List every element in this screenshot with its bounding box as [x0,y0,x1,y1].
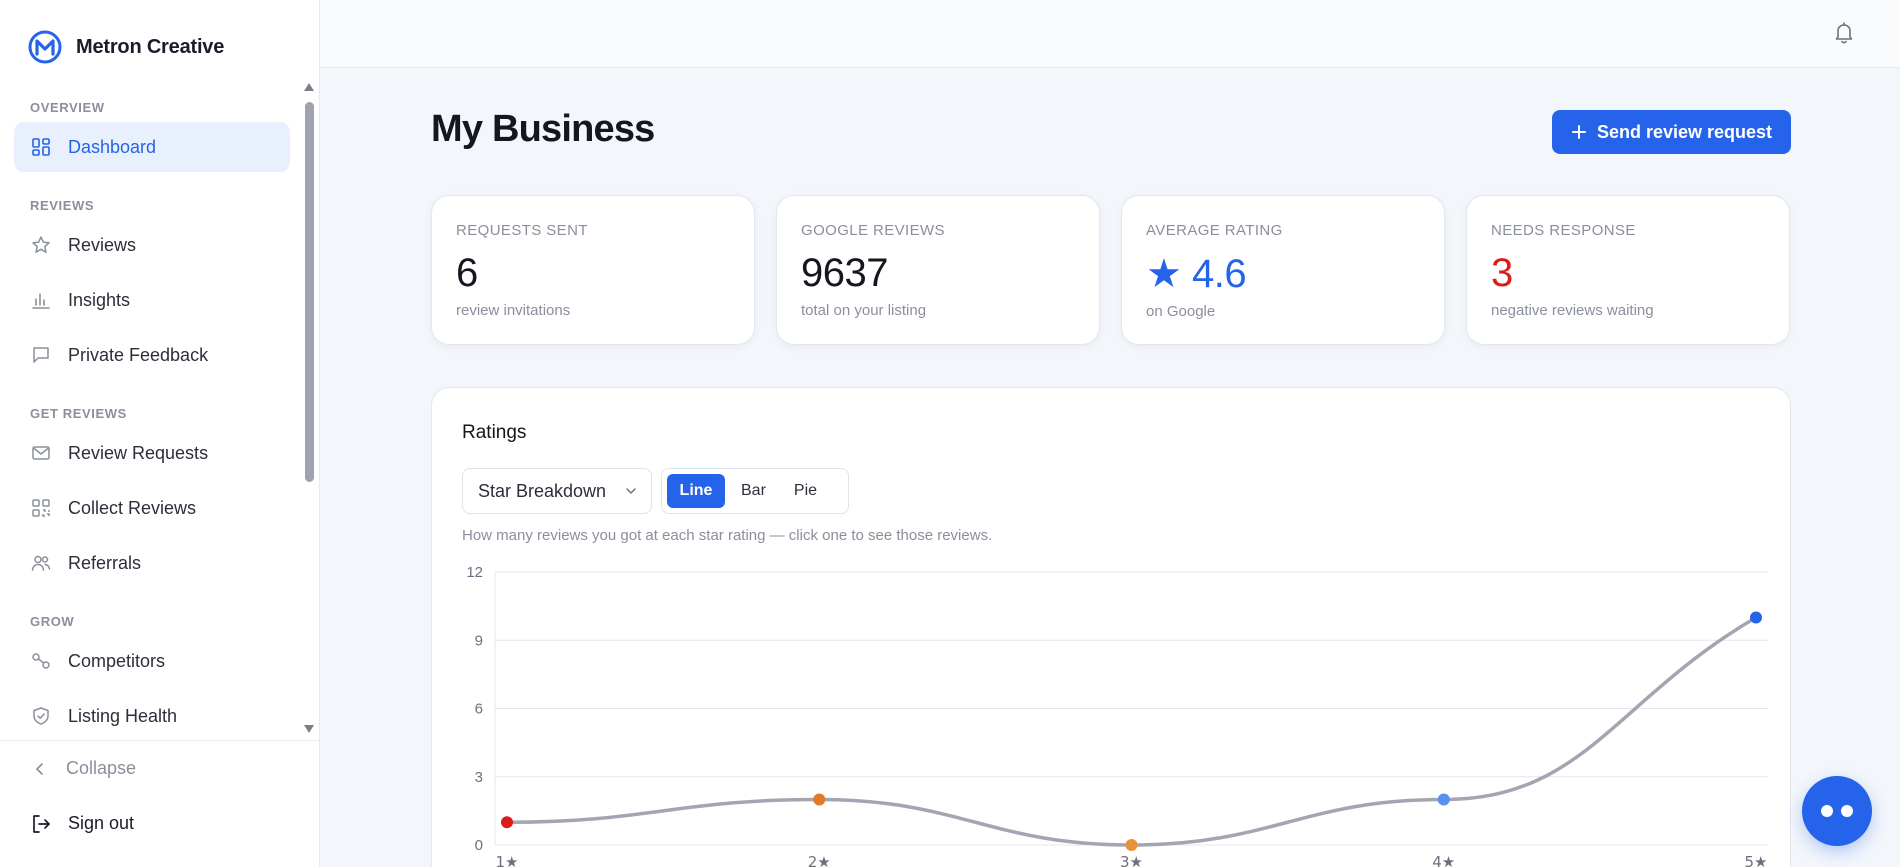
x-tick-label: 5★ [1745,853,1768,867]
ratings-hint: How many reviews you got at each star ra… [462,527,993,544]
compare-icon [30,650,52,672]
chat-dot-icon [1821,805,1833,817]
sidebar-item-collect-reviews[interactable]: Collect Reviews [14,483,290,533]
brand[interactable]: Metron Creative [28,30,224,64]
sidebar-item-label: Review Requests [68,442,209,463]
stat-sub: on Google [1146,303,1216,320]
sidebar-item-dashboard[interactable]: Dashboard [14,122,290,172]
sidebar-item-private-feedback[interactable]: Private Feedback [14,330,290,380]
top-bar [320,0,1900,68]
stat-sub: review invitations [456,302,571,319]
chevron-left-icon [36,762,43,775]
y-tick-label: 6 [475,701,483,718]
ratings-title: Ratings [462,422,527,443]
mail-icon [30,442,52,464]
sidebar-item-label: Private Feedback [68,344,209,365]
sign-out-icon [33,814,50,833]
bar-chart-icon [30,289,52,311]
chevron-down-icon [626,488,636,494]
scroll-down-arrow-icon[interactable] [303,724,315,734]
scroll-up-arrow-icon[interactable] [303,82,315,92]
chat-dot-icon [1841,805,1853,817]
message-icon [30,344,52,366]
y-tick-label: 9 [475,632,483,649]
sign-out-button[interactable]: Sign out [0,796,320,851]
stat-value: 3 [1491,251,1513,295]
x-tick-label: 3★ [1120,853,1143,867]
stat-card-google-reviews[interactable]: GOOGLE REVIEWS 9637 total on your listin… [776,195,1100,345]
x-tick-label: 4★ [1432,853,1455,867]
sidebar-item-label: Insights [68,289,131,310]
collapse-button[interactable]: Collapse [0,741,320,796]
star-icon [30,234,52,256]
stat-label: NEEDS RESPONSE [1491,222,1636,239]
stat-label: REQUESTS SENT [456,222,588,239]
stat-sub: negative reviews waiting [1491,302,1654,319]
stat-value: 6 [456,251,478,295]
sidebar-item-label: Competitors [68,650,166,671]
section-overview: OVERVIEW [30,100,105,115]
sidebar-item-referrals[interactable]: Referrals [14,538,290,588]
sidebar-item-competitors[interactable]: Competitors [14,636,290,686]
stat-label: AVERAGE RATING [1146,222,1283,239]
series-line [506,615,1757,847]
y-tick-label: 3 [475,769,483,786]
breakdown-select-value: Star Breakdown [478,480,607,501]
sidebar-scrollbar[interactable] [303,82,315,734]
sidebar-item-label: Dashboard [68,136,157,157]
sidebar-item-listing-health[interactable]: Listing Health [14,691,290,735]
chart-type-toggle: Line Bar Pie [661,468,849,514]
x-tick-label: 1★ [496,853,519,867]
bell-icon[interactable] [1832,20,1856,44]
section-reviews: REVIEWS [30,198,95,213]
sidebar-item-review-requests[interactable]: Review Requests [14,428,290,478]
chart-type-bar-button[interactable]: Bar [729,474,778,508]
data-point[interactable] [1437,793,1450,806]
grid-icon [30,136,52,158]
collapse-label: Collapse [66,758,137,778]
data-point[interactable] [1750,611,1762,624]
sidebar-item-label: Listing Health [68,705,178,726]
stat-card-average-rating[interactable]: AVERAGE RATING ★ 4.6 on Google [1121,195,1445,345]
sidebar-footer: Collapse Sign out [0,740,320,851]
stat-sub: total on your listing [801,302,927,319]
sign-out-label: Sign out [68,813,135,833]
chat-button[interactable] [1802,776,1872,846]
page-title: My Business [431,108,655,150]
data-point[interactable] [501,816,513,829]
stat-label: GOOGLE REVIEWS [801,222,945,239]
sidebar: Metron Creative OVERVIEW Dashboard REVIE… [0,0,320,867]
send-review-request-label: Send review request [1596,121,1773,142]
qr-code-icon [30,497,52,519]
stat-card-needs-response[interactable]: NEEDS RESPONSE 3 negative reviews waitin… [1466,195,1790,345]
shield-icon [30,705,52,727]
x-tick-label: 2★ [808,853,831,867]
sidebar-item-reviews[interactable]: Reviews [14,220,290,270]
data-point[interactable] [1125,839,1138,851]
sidebar-item-label: Reviews [68,234,137,255]
y-tick-label: 12 [466,564,483,581]
plus-icon [1571,125,1586,139]
chart-type-pie-button[interactable]: Pie [782,474,829,508]
stat-value: 9637 [801,251,888,295]
data-point[interactable] [813,793,826,806]
y-tick-label: 0 [475,837,483,854]
sidebar-item-insights[interactable]: Insights [14,275,290,325]
ratings-card: Ratings Star Breakdown Line Bar Pie How … [431,387,1791,867]
breakdown-select[interactable]: Star Breakdown [462,468,652,514]
chart-type-line-button[interactable]: Line [667,474,725,508]
users-icon [30,552,52,574]
section-get-reviews: GET REVIEWS [30,406,127,421]
brand-name: Metron Creative [76,35,225,58]
scroll-thumb[interactable] [305,102,314,482]
stat-card-requests-sent[interactable]: REQUESTS SENT 6 review invitations [431,195,755,345]
sidebar-item-label: Collect Reviews [68,497,197,518]
ratings-line-chart: 0 3 6 9 12 1★ 2★ 3★ 4★ 5★ [466,564,1768,867]
sidebar-nav: OVERVIEW Dashboard REVIEWS Reviews Insig… [0,80,304,735]
sidebar-item-label: Referrals [68,552,142,573]
section-grow: GROW [30,614,75,629]
logo-icon [28,30,62,64]
send-review-request-button[interactable]: Send review request [1552,110,1791,154]
stat-value: ★ 4.6 [1146,252,1247,296]
